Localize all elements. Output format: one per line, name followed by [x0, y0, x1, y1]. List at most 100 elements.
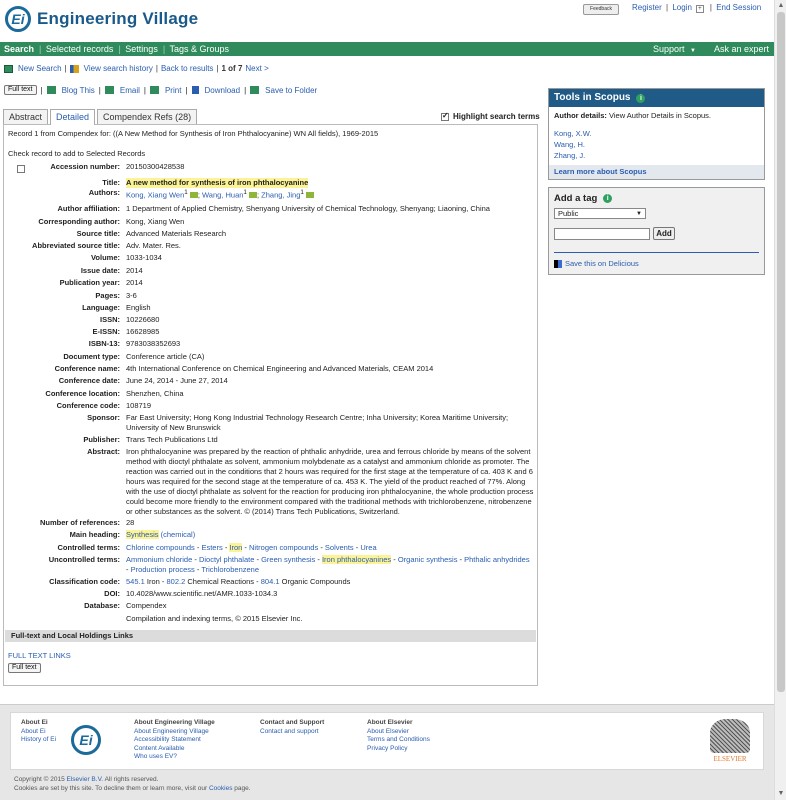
tab-abstract[interactable]: Abstract — [3, 109, 49, 124]
full-text-button[interactable]: Full text — [4, 85, 37, 95]
highlight-checkbox[interactable] — [441, 111, 449, 121]
logo[interactable]: Ei Engineering Village — [5, 6, 198, 32]
footer-link[interactable]: About Ei — [21, 728, 46, 735]
field-value: 3-6 — [126, 291, 137, 300]
uncontrolled-term-link[interactable]: Organic synthesis — [398, 555, 458, 564]
new-search-link[interactable]: New Search — [18, 64, 62, 73]
uncontrolled-term-link[interactable]: Dioctyl phthalate — [199, 555, 254, 564]
class-code-link[interactable]: 802.2 — [166, 577, 185, 586]
elsevier-logo[interactable]: ELSEVIER — [708, 719, 752, 765]
field-label: Main heading: — [69, 530, 120, 539]
nav-settings[interactable]: Settings — [125, 44, 158, 54]
uncontrolled-term-link[interactable]: Production process — [131, 565, 195, 574]
conf-code-link[interactable]: 108719 — [126, 401, 534, 411]
separator: | — [64, 64, 67, 73]
scrollbar[interactable]: ▲ ▼ — [774, 0, 786, 800]
info-icon[interactable]: i — [636, 93, 646, 103]
login-link[interactable]: Login — [672, 3, 692, 12]
eissn-link[interactable]: 16628985 — [126, 327, 534, 337]
controlled-term-link[interactable]: Solvents — [325, 543, 354, 552]
main-heading-link[interactable]: Synthesis — [126, 530, 159, 539]
class-code-link[interactable]: 545.1 — [126, 577, 145, 586]
register-link[interactable]: Register — [632, 3, 662, 12]
author-link[interactable]: Zhang, Jing — [261, 191, 300, 200]
author-link[interactable]: Kong, Xiang Wen — [126, 191, 184, 200]
feedback-button[interactable]: Feedback — [583, 4, 619, 15]
back-to-results-link[interactable]: Back to results — [161, 64, 213, 73]
footer-link[interactable]: Privacy Policy — [367, 745, 407, 752]
blog-this-link[interactable]: Blog This — [62, 86, 95, 95]
field-value: Far East University; Hong Kong Industria… — [126, 413, 509, 432]
nav-tags-groups[interactable]: Tags & Groups — [170, 44, 230, 54]
footer-link[interactable]: Accessibility Statement — [134, 736, 201, 743]
main-heading-qualifier[interactable]: (chemical) — [161, 530, 196, 539]
nav-ask-expert[interactable]: Ask an expert — [714, 44, 769, 54]
uncontrolled-term-link[interactable]: Phthalic anhydrides — [464, 555, 529, 564]
add-tag-button[interactable]: Add — [653, 227, 675, 240]
email-icon[interactable] — [189, 191, 198, 198]
tab-compendex-refs[interactable]: Compendex Refs (28) — [97, 109, 198, 124]
search-history-link[interactable]: View search history — [84, 64, 153, 73]
controlled-term-link[interactable]: Chlorine compounds — [126, 543, 195, 552]
download-link[interactable]: Download — [205, 86, 241, 95]
uncontrolled-term-link[interactable]: Iron phthalocyanines — [321, 555, 392, 564]
author-details-text: View Author Details in Scopus. — [609, 111, 712, 120]
scopus-author-link[interactable]: Kong, X.W. — [554, 129, 592, 138]
header: Ei Engineering Village Feedback Register… — [0, 0, 774, 42]
learn-more-scopus-link[interactable]: Learn more about Scopus — [554, 167, 647, 176]
footer-link[interactable]: About Engineering Village — [134, 728, 209, 735]
footer-link[interactable]: Content Available — [134, 745, 184, 752]
footer-link[interactable]: About Elsevier — [367, 728, 409, 735]
add-tag-title: Add a tag — [554, 193, 598, 204]
info-icon[interactable]: i — [603, 194, 613, 203]
scopus-author-link[interactable]: Wang, H. — [554, 140, 585, 149]
controlled-term-link[interactable]: Urea — [360, 543, 376, 552]
nav-support[interactable]: Support — [653, 44, 685, 54]
save-delicious-link[interactable]: Save this on Delicious — [565, 259, 639, 268]
scroll-down-icon[interactable]: ▼ — [775, 788, 786, 800]
email-icon[interactable] — [249, 191, 257, 198]
tab-detailed[interactable]: Detailed — [50, 109, 96, 125]
class-code-link[interactable]: 804.1 — [261, 577, 280, 586]
elsevier-wordmark: ELSEVIER — [713, 755, 747, 763]
footer-link[interactable]: Who uses EV? — [134, 753, 177, 760]
nav-search[interactable]: Search — [4, 44, 34, 54]
footer-link[interactable]: Contact and support — [260, 728, 319, 735]
field-label: Document type: — [63, 352, 120, 361]
login-box-icon[interactable]: + — [696, 5, 704, 13]
footer-link[interactable]: History of Ei — [21, 736, 56, 743]
issn-link[interactable]: 10226680 — [126, 315, 534, 325]
controlled-term-link[interactable]: Esters — [201, 543, 222, 552]
full-text-links[interactable]: FULL TEXT LINKS — [8, 651, 71, 660]
author-link[interactable]: Wang, Huan — [202, 191, 243, 200]
separator: | — [155, 64, 158, 73]
cookies-link[interactable]: Cookies — [209, 785, 232, 792]
scopus-authors: Kong, X.W. Wang, H. Zhang, J. — [554, 128, 592, 161]
elsevier-link[interactable]: Elsevier B.V. — [67, 776, 104, 783]
isbn-link[interactable]: 9783038352693 — [126, 339, 534, 349]
save-to-folder-link[interactable]: Save to Folder — [265, 86, 317, 95]
scroll-up-icon[interactable]: ▲ — [775, 0, 786, 12]
end-session-link[interactable]: End Session — [716, 3, 761, 12]
uncontrolled-term-link[interactable]: Green synthesis — [261, 555, 315, 564]
uncontrolled-term-link[interactable]: Ammonium chloride — [126, 555, 192, 564]
next-link[interactable]: Next > — [245, 64, 268, 73]
email-link[interactable]: Email — [120, 86, 140, 95]
controlled-term-link[interactable]: Iron — [229, 543, 243, 552]
field-label: Accession number: — [50, 162, 120, 171]
highlight-search-terms[interactable]: Highlight search terms — [441, 111, 540, 121]
nav-selected-records[interactable]: Selected records — [46, 44, 114, 54]
email-icon[interactable] — [305, 191, 314, 198]
tag-visibility-select[interactable]: Public ▼ — [554, 208, 646, 219]
full-text-button-bottom[interactable]: Full text — [8, 663, 41, 673]
new-search-icon — [4, 64, 13, 73]
controlled-term-link[interactable]: Nitrogen compounds — [249, 543, 318, 552]
tag-input[interactable] — [554, 228, 650, 240]
uncontrolled-term-link[interactable]: Trichlorobenzene — [201, 565, 259, 574]
print-link[interactable]: Print — [165, 86, 181, 95]
scopus-author-link[interactable]: Zhang, J. — [554, 151, 585, 160]
scrollbar-thumb[interactable] — [777, 12, 785, 692]
record-title: A new method for synthesis of iron phtha… — [126, 178, 309, 188]
compilation-note: Compilation and indexing terms, © 2015 E… — [126, 614, 303, 623]
footer-link[interactable]: Terms and Conditions — [367, 736, 430, 743]
